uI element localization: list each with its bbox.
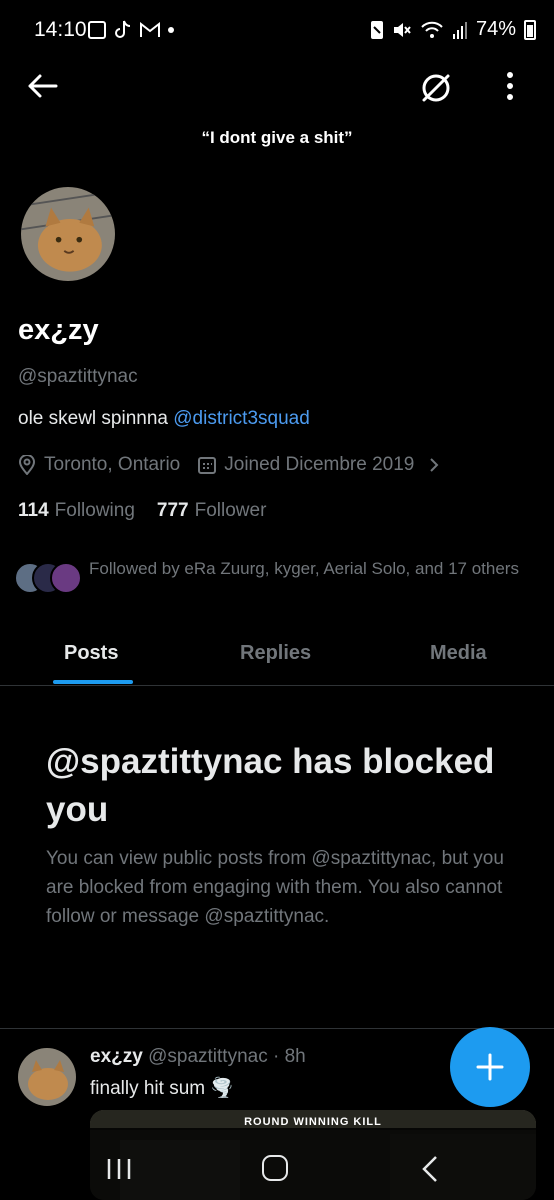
chevron-right-icon[interactable] [424, 455, 444, 475]
follower-avatar [50, 562, 82, 594]
following-count: 114 [18, 500, 49, 521]
followers-link[interactable]: 777 Follower [157, 500, 267, 522]
profile-avatar[interactable] [18, 184, 118, 284]
tab-media[interactable]: Media [430, 642, 487, 665]
wifi-icon [421, 21, 443, 38]
status-time: 14:10 [34, 18, 87, 41]
signal-icon [452, 21, 467, 39]
battery-icon [524, 19, 536, 40]
post-author-name: ex¿zy [90, 1046, 143, 1067]
gmail-icon [140, 22, 160, 37]
tab-posts[interactable]: Posts [64, 642, 118, 665]
follow-stats: 114 Following 777 Follower [18, 500, 266, 522]
follower-label: Follower [194, 500, 267, 521]
system-icons: 74% [370, 18, 536, 41]
following-label: Following [54, 500, 135, 521]
location-pin-icon [18, 455, 36, 475]
tab-replies[interactable]: Replies [240, 642, 311, 665]
gallery-icon [88, 21, 106, 39]
bio-text: ole skewl spinnna [18, 408, 174, 429]
recent-apps-icon[interactable] [104, 1158, 134, 1180]
tiktok-icon [115, 20, 131, 38]
bio-mention-link[interactable]: @district3squad [173, 408, 310, 429]
back-arrow-icon[interactable] [22, 66, 62, 106]
profile-tabs: Posts Replies Media [0, 630, 554, 686]
more-options-icon[interactable] [496, 68, 524, 108]
notification-icons [88, 20, 174, 40]
joined-date: Joined Dicembre 2019 [224, 454, 415, 475]
nfc-icon [370, 20, 383, 39]
followed-by-text: Followed by eRa Zuurg, kyger, Aerial Sol… [89, 559, 519, 578]
post-author-handle: @spaztittynac [148, 1046, 268, 1067]
profile-header-quote: “I dont give a shit” [201, 128, 353, 147]
post-header: ex¿zy @spaztittynac · 8h [90, 1046, 306, 1068]
display-name: ex¿zy [18, 314, 99, 346]
calendar-icon [198, 457, 217, 474]
user-handle: @spaztittynac [18, 366, 138, 387]
post-time: · 8h [273, 1046, 306, 1067]
blocked-title: @spaztittynac has blocked you [46, 742, 495, 829]
post-text: finally hit sum 🌪️ [90, 1078, 235, 1099]
followed-by-avatars [14, 562, 86, 598]
no-symbol-icon[interactable] [416, 68, 456, 108]
profile-bio: ole skewl spinnna @district3squad [18, 408, 310, 430]
home-button[interactable] [262, 1155, 288, 1181]
compose-button[interactable] [450, 1027, 530, 1107]
blocked-description: You can view public posts from @spaztitt… [46, 848, 504, 927]
status-bar: 14:10 74% [0, 0, 554, 60]
battery-percent: 74% [475, 18, 516, 40]
mute-icon [393, 22, 411, 37]
system-back-icon[interactable] [418, 1154, 442, 1184]
cat-avatar-image [21, 187, 115, 281]
post-author-avatar[interactable] [18, 1048, 76, 1106]
cat-avatar-image [18, 1048, 76, 1106]
following-link[interactable]: 114 Following [18, 500, 135, 522]
active-tab-indicator [53, 680, 133, 684]
followed-by[interactable]: Followed by eRa Zuurg, kyger, Aerial Sol… [14, 556, 534, 606]
media-caption: ROUND WINNING KILL [244, 1116, 382, 1128]
follower-count: 777 [156, 500, 189, 521]
system-navigation-bar [0, 1128, 554, 1200]
notification-dot [168, 27, 174, 33]
location-text: Toronto, Ontario [44, 454, 181, 475]
plus-icon [476, 1053, 504, 1081]
profile-meta: Toronto, Ontario Joined Dicembre 2019 [18, 454, 444, 476]
